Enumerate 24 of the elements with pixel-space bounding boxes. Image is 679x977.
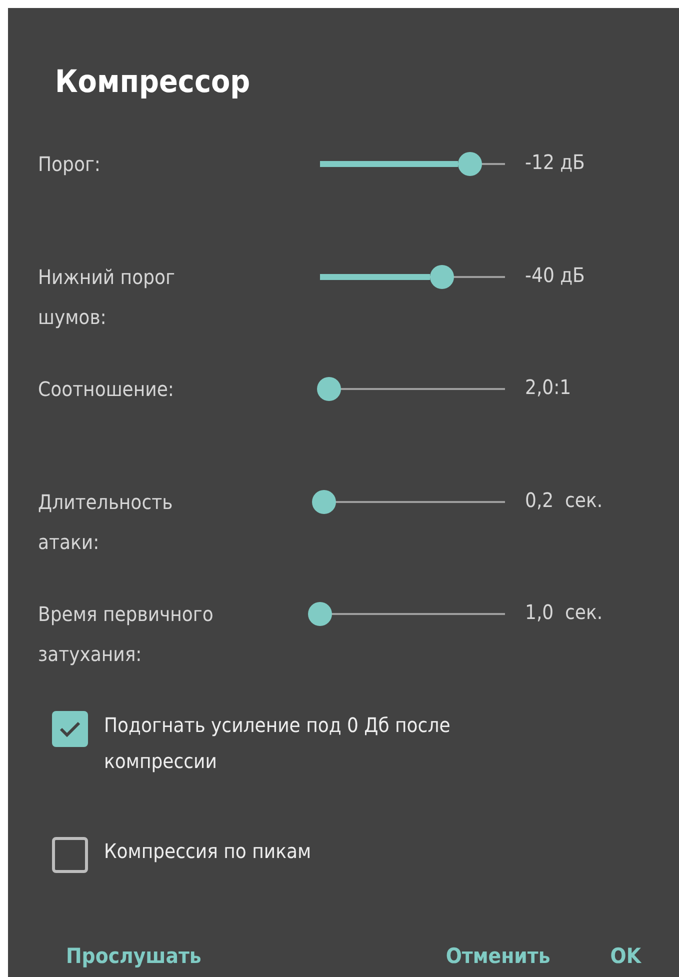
slider-label: Соотношение:: [38, 376, 175, 403]
slider-reading: -12 дБ: [525, 149, 586, 176]
slider-thumb[interactable]: [312, 490, 336, 514]
slider-reading: 2,0:1: [525, 374, 572, 401]
slider-label: Длительность атаки:: [38, 488, 174, 556]
slider-thumb[interactable]: [317, 377, 342, 401]
dialog-button[interactable]: OK: [600, 938, 651, 973]
slider-thumb[interactable]: [430, 264, 454, 288]
slider-reading: 1,0 сек.: [525, 599, 604, 626]
slider-label: Порог:: [38, 151, 102, 178]
checkmark-icon: [59, 720, 81, 738]
slider-thumb[interactable]: [458, 152, 482, 176]
slider-thumb[interactable]: [308, 602, 332, 626]
dialog-button[interactable]: Прослушать: [56, 938, 212, 973]
slider-label: Время первичного затухания:: [38, 601, 214, 668]
checkbox[interactable]: [52, 710, 88, 746]
checkbox[interactable]: [52, 836, 88, 872]
checkbox-label: Подогнать усиление под 0 Дб после компрессии: [104, 712, 452, 774]
slider-reading: 0,2 сек.: [525, 486, 604, 514]
checkbox-label: Компрессия по пикам: [104, 838, 312, 864]
dialog-button[interactable]: Отменить: [436, 938, 560, 973]
slider-label: Нижний порог шумов:: [38, 264, 176, 330]
dialog-title: Компрессор: [55, 64, 252, 100]
slider-reading: -40 дБ: [525, 262, 586, 288]
